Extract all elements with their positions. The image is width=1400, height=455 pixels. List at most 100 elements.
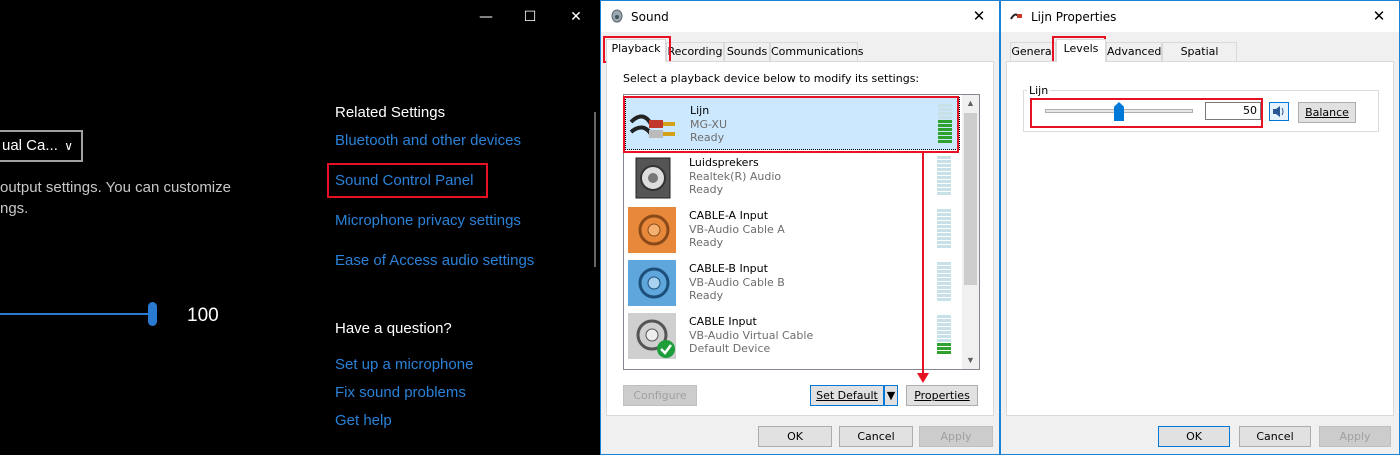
sound-titlebar[interactable]: Sound ✕ [601,1,999,32]
properties-cancel-button[interactable]: Cancel [1239,426,1311,447]
scroll-down-icon[interactable]: ▼ [962,352,979,369]
tab-general[interactable]: General [1010,42,1056,61]
ease-of-access-link[interactable]: Ease of Access audio settings [335,252,534,269]
meter-segment [937,241,951,244]
device-name: CABLE-B Input [689,262,768,275]
get-help-link[interactable]: Get help [335,412,392,429]
meter-segment [937,209,951,212]
set-default-dropdown[interactable]: ▼ [884,385,898,406]
level-meter [937,209,951,251]
configure-button[interactable]: Configure [623,385,697,406]
device-cable-input[interactable]: CABLE Input VB-Audio Virtual Cable Defau… [625,309,960,362]
sound-dialog: Sound ✕ Playback Recording Sounds Commun… [600,0,1000,455]
master-volume-track[interactable] [0,313,152,315]
annotation-arrow [922,153,924,375]
tab-spatial-sound[interactable]: Spatial sound [1162,42,1237,75]
meter-segment [937,172,951,175]
device-name: Luidsprekers [689,156,759,169]
sound-close-button[interactable]: ✕ [965,5,993,27]
meter-segment [937,351,951,354]
highlight-sound-control-panel [327,163,488,198]
tab-advanced[interactable]: Advanced [1106,42,1162,61]
properties-label: Properties [914,389,970,402]
microphone-privacy-link[interactable]: Microphone privacy settings [335,212,521,229]
meter-segment [937,184,951,187]
meter-segment [937,298,951,301]
sound-ok-button[interactable]: OK [758,426,832,447]
device-list-scrollbar[interactable]: ▲ ▼ [962,95,979,369]
related-settings-heading: Related Settings [335,104,446,121]
meter-segment [937,233,951,236]
scroll-thumb[interactable] [964,113,977,285]
meter-segment [937,343,951,346]
output-device-dropdown[interactable]: ual Ca... ∨ [0,130,83,162]
properties-titlebar[interactable]: Lijn Properties ✕ [1001,1,1399,32]
level-meter [937,156,951,198]
audio-cable-icon [1010,13,1022,20]
bluetooth-link[interactable]: Bluetooth and other devices [335,132,521,149]
meter-segment [937,282,951,285]
meter-segment [937,192,951,195]
meter-segment [937,274,951,277]
level-meter [937,315,951,357]
meter-segment [937,331,951,334]
device-driver: VB-Audio Virtual Cable [689,329,814,342]
maximize-button[interactable]: ☐ [510,4,550,30]
meter-segment [937,229,951,232]
sound-cancel-button[interactable]: Cancel [839,426,913,447]
device-status: Ready [689,183,724,196]
device-luidsprekers[interactable]: Luidsprekers Realtek(R) Audio Ready [625,150,960,203]
meter-segment [937,347,951,350]
meter-segment [937,278,951,281]
tab-levels[interactable]: Levels [1056,39,1106,62]
speaker-icon [611,9,623,23]
setup-microphone-link[interactable]: Set up a microphone [335,356,473,373]
level-meter [937,262,951,304]
device-cable-b[interactable]: CABLE-B Input VB-Audio Cable B Ready [625,256,960,309]
tab-recording[interactable]: Recording [666,42,724,61]
device-driver: VB-Audio Cable A [689,223,785,236]
balance-button[interactable]: Balance [1298,102,1356,123]
set-default-button[interactable]: Set Default [810,385,884,406]
tab-sounds[interactable]: Sounds [724,42,770,61]
tab-communications[interactable]: Communications [770,42,863,61]
device-name: CABLE Input [689,315,757,328]
device-status: Ready [689,236,724,249]
description-line-2: ngs. [0,200,29,217]
settings-window: — ☐ ✕ ual Ca... ∨ output settings. You c… [0,0,600,455]
device-driver: VB-Audio Cable B [689,276,785,289]
properties-ok-button[interactable]: OK [1158,426,1230,447]
output-description: output settings. You can customize ngs. [0,177,300,219]
meter-segment [937,315,951,318]
meter-segment [937,319,951,322]
device-status: Default Device [689,342,771,355]
meter-segment [937,164,951,167]
meter-segment [937,335,951,338]
meter-segment [937,327,951,330]
cable-a-icon [628,207,676,253]
device-name: CABLE-A Input [689,209,769,222]
fix-sound-link[interactable]: Fix sound problems [335,384,466,401]
tab-playback[interactable]: Playback [606,39,666,62]
properties-close-button[interactable]: ✕ [1365,5,1393,27]
device-cable-a[interactable]: CABLE-A Input VB-Audio Cable A Ready [625,203,960,256]
minimize-button[interactable]: — [466,4,506,30]
dropdown-arrow-icon: ▼ [886,389,896,402]
settings-scrollbar[interactable] [594,112,596,267]
meter-segment [937,176,951,179]
close-button[interactable]: ✕ [556,4,596,30]
output-device-value: ual Ca... [2,137,58,154]
meter-segment [937,339,951,342]
scroll-up-icon[interactable]: ▲ [962,95,979,112]
sound-apply-button[interactable]: Apply [919,426,993,447]
properties-apply-button[interactable]: Apply [1319,426,1391,447]
meter-segment [937,217,951,220]
mute-button[interactable] [1269,102,1289,121]
properties-button[interactable]: Properties [906,385,978,406]
meter-segment [937,294,951,297]
sound-title: Sound [631,10,669,24]
master-volume-thumb[interactable] [148,302,157,326]
meter-segment [937,221,951,224]
meter-segment [937,270,951,273]
meter-segment [937,213,951,216]
